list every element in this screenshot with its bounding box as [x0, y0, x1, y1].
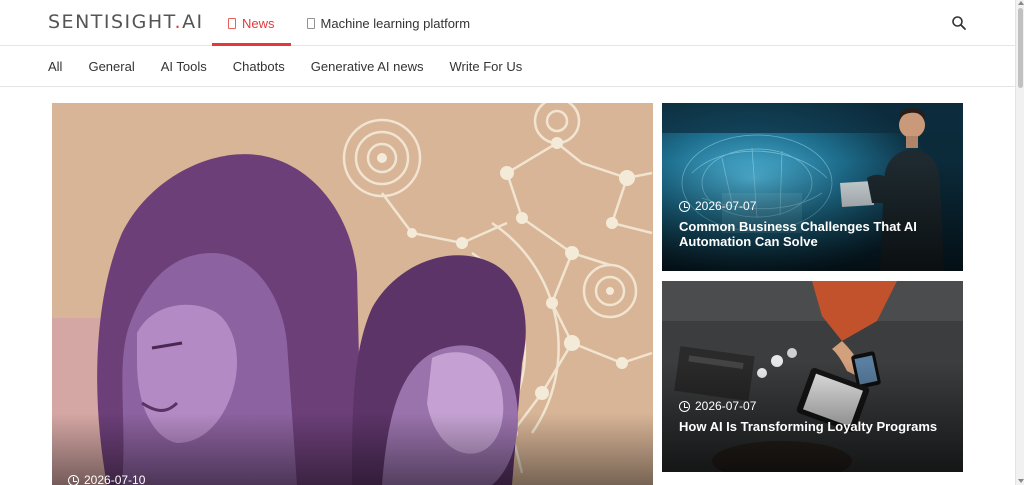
category-write-for-us[interactable]: Write For Us: [450, 59, 523, 74]
clock-icon: [679, 200, 690, 212]
hero-date-text: 2026-07-10: [84, 473, 146, 485]
page-icon: [228, 17, 236, 29]
category-all[interactable]: All: [48, 59, 62, 74]
card-1-date: 2026-07-07: [679, 199, 756, 213]
search-icon[interactable]: [950, 14, 968, 32]
tab-machine-learning-platform[interactable]: Machine learning platform: [291, 0, 487, 46]
page-icon: [306, 17, 315, 29]
hero-date: 2026-07-10: [68, 473, 145, 485]
category-chatbots[interactable]: Chatbots: [233, 59, 285, 74]
category-bar: All General AI Tools Chatbots Generative…: [0, 47, 1015, 87]
logo-suffix: AI: [182, 11, 204, 33]
category-ai-tools[interactable]: AI Tools: [161, 59, 207, 74]
card-2-title[interactable]: How AI Is Transforming Loyalty Programs: [679, 419, 949, 434]
tab-news-label: News: [242, 15, 275, 31]
card-1-overlay: [662, 161, 963, 271]
card-2-date: 2026-07-07: [679, 399, 756, 413]
clock-icon: [68, 474, 79, 485]
card-1-date-text: 2026-07-07: [695, 199, 757, 213]
hero-article[interactable]: 2026-07-10: [52, 103, 653, 485]
top-navigation-bar: SENTISIGHT.AI News Machine learning plat…: [0, 0, 1015, 46]
article-card-2[interactable]: 2026-07-07 How AI Is Transforming Loyalt…: [662, 281, 963, 472]
scroll-up-arrow-icon[interactable]: [1018, 1, 1024, 5]
tab-news[interactable]: News: [212, 0, 291, 46]
article-card-1[interactable]: 2026-07-07 Common Business Challenges Th…: [662, 103, 963, 271]
card-2-date-text: 2026-07-07: [695, 399, 757, 413]
tab-machine-learning-platform-label: Machine learning platform: [320, 15, 471, 31]
category-general[interactable]: General: [88, 59, 134, 74]
page-scrollbar[interactable]: [1015, 0, 1024, 485]
category-generative-ai-news[interactable]: Generative AI news: [311, 59, 424, 74]
main-nav: News Machine learning platform: [212, 0, 486, 46]
hero-image: [52, 103, 653, 485]
card-2-overlay: [662, 362, 963, 472]
logo-text: SENTISIGHT: [48, 11, 175, 33]
site-logo[interactable]: SENTISIGHT.AI: [48, 11, 204, 33]
logo-dot: .: [174, 11, 183, 33]
scrollbar-thumb[interactable]: [1018, 8, 1023, 88]
clock-icon: [679, 400, 690, 412]
card-1-title[interactable]: Common Business Challenges That AI Autom…: [679, 219, 949, 249]
scroll-down-arrow-icon[interactable]: [1018, 479, 1024, 483]
